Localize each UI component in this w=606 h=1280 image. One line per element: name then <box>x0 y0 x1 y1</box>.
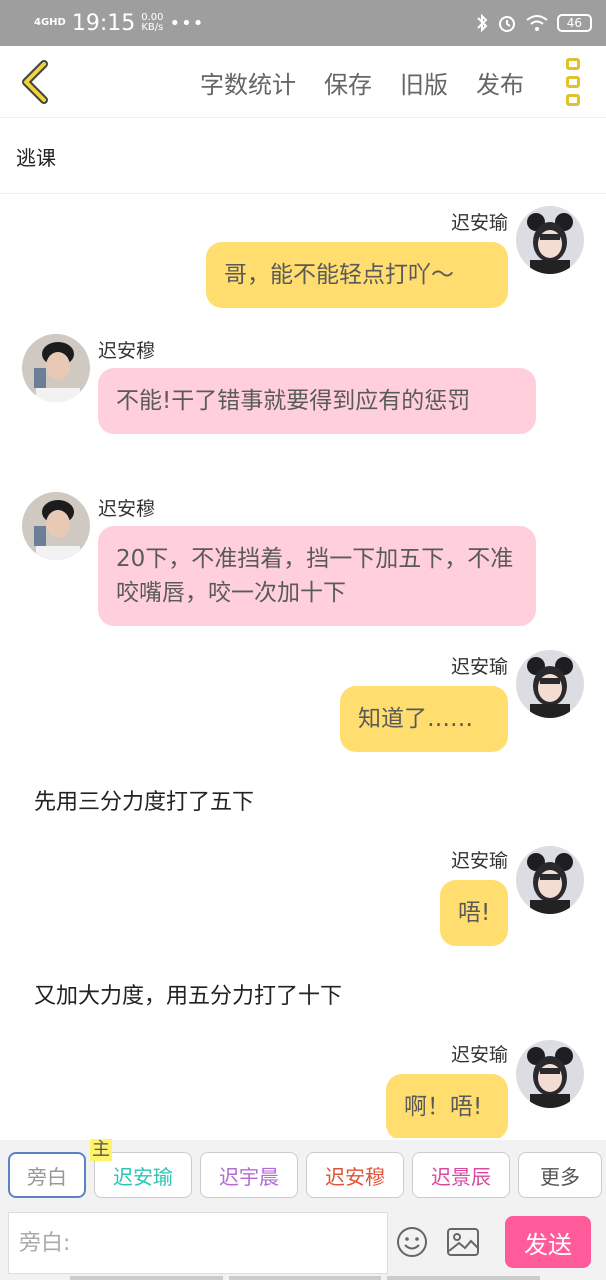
publish-button[interactable]: 发布 <box>476 65 524 100</box>
narration-text[interactable]: 先用三分力度打了五下 <box>34 784 254 816</box>
gesture-bar <box>70 1276 541 1280</box>
input-row: 发送 <box>0 1210 606 1280</box>
message-input-container <box>8 1212 388 1274</box>
message-bubble[interactable]: 知道了…… <box>340 686 508 752</box>
character-chip-narrator[interactable]: 旁白 <box>8 1152 86 1198</box>
more-characters-button[interactable]: 更多 <box>518 1152 602 1198</box>
speaker-name: 迟安穆 <box>98 498 156 520</box>
speaker-name: 迟安瑜 <box>450 850 508 872</box>
emoji-icon[interactable] <box>396 1226 428 1258</box>
alarm-icon <box>498 16 515 32</box>
back-chevron-icon[interactable] <box>14 58 54 106</box>
battery-icon: 46 <box>556 14 592 32</box>
story-title[interactable]: 逃课 <box>0 118 606 194</box>
character-chip-chi-yuchen[interactable]: 迟宇晨 <box>200 1152 298 1198</box>
save-button[interactable]: 保存 <box>324 65 372 100</box>
avatar-boy[interactable] <box>22 334 90 402</box>
image-icon[interactable] <box>446 1226 480 1258</box>
word-count-button[interactable]: 字数统计 <box>200 65 296 100</box>
character-chip-chi-anyu[interactable]: 主 迟安瑜 <box>90 1139 192 1198</box>
old-version-button[interactable]: 旧版 <box>400 65 448 100</box>
signal-indicator: 4GHD <box>34 17 66 28</box>
narration-text[interactable]: 又加大力度，用五分力打了十下 <box>34 978 342 1010</box>
more-notifications: ••• <box>169 12 205 34</box>
character-chip-chi-anmu[interactable]: 迟安穆 <box>306 1152 404 1198</box>
avatar-boy[interactable] <box>22 492 90 560</box>
send-button[interactable]: 发送 <box>505 1216 591 1268</box>
message-bubble[interactable]: 唔! <box>440 880 508 946</box>
avatar-girl[interactable] <box>516 1040 584 1108</box>
speaker-name: 迟安穆 <box>98 340 156 362</box>
top-toolbar: 字数统计 保存 旧版 发布 <box>0 46 606 118</box>
speaker-name: 迟安瑜 <box>450 656 508 678</box>
message-bubble[interactable]: 哥，能不能轻点打吖～ <box>206 242 508 308</box>
wifi-icon <box>526 15 548 31</box>
avatar-girl[interactable] <box>516 846 584 914</box>
clock: 19:15 <box>71 10 136 36</box>
message-bubble[interactable]: 啊！唔! <box>386 1074 508 1138</box>
message-input[interactable] <box>9 1213 387 1273</box>
avatar-girl[interactable] <box>516 650 584 718</box>
menu-dots-icon[interactable] <box>566 58 582 106</box>
bluetooth-icon <box>477 13 488 33</box>
message-bubble[interactable]: 不能!干了错事就要得到应有的惩罚 <box>98 368 536 434</box>
status-bar: 4GHD 19:15 0.00 KB/s ••• 46 <box>0 0 606 46</box>
character-chip-chi-jingchen[interactable]: 迟景辰 <box>412 1152 510 1198</box>
character-selector: 旁白 主 迟安瑜 迟宇晨 迟安穆 迟景辰 更多 <box>0 1139 606 1210</box>
network-speed: 0.00 KB/s <box>141 12 164 33</box>
message-bubble[interactable]: 20下，不准挡着，挡一下加五下，不准咬嘴唇，咬一次加十下 <box>98 526 536 626</box>
chat-area[interactable]: 迟安瑜 哥，能不能轻点打吖～ 迟安穆 不能!干了错事就要得到应有的惩罚 迟安穆 … <box>0 194 606 1138</box>
speaker-name: 迟安瑜 <box>450 1044 508 1066</box>
avatar-girl[interactable] <box>516 206 584 274</box>
speaker-name: 迟安瑜 <box>450 212 508 234</box>
main-character-badge: 主 <box>90 1139 112 1161</box>
